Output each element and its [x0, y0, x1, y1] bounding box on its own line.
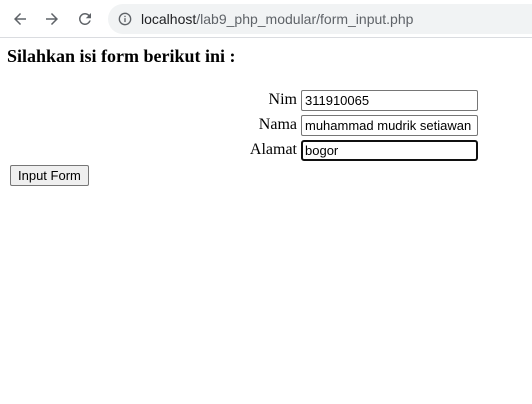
- nim-input[interactable]: [301, 89, 478, 111]
- forward-arrow-icon: [46, 13, 58, 25]
- address-bar[interactable]: localhost/lab9_php_modular/form_input.ph…: [108, 4, 532, 34]
- alamat-input[interactable]: [301, 139, 478, 161]
- alamat-label: Alamat: [249, 141, 297, 158]
- nama-input[interactable]: [301, 114, 478, 136]
- url-path: /lab9_php_modular/form_input.php: [196, 11, 414, 27]
- form-row-nama: Nama: [0, 114, 478, 136]
- url-host: localhost: [141, 11, 197, 27]
- url-text: localhost/lab9_php_modular/form_input.ph…: [141, 11, 413, 27]
- info-icon[interactable]: [117, 11, 133, 27]
- form-row-alamat: Alamat: [0, 139, 478, 161]
- back-arrow-icon: [14, 13, 26, 25]
- reload-icon: [78, 12, 91, 25]
- back-button[interactable]: [8, 7, 32, 31]
- forward-button[interactable]: [40, 7, 64, 31]
- nama-label: Nama: [258, 116, 297, 133]
- page-title: Silahkan isi form berikut ini :: [7, 46, 236, 66]
- input-form-button[interactable]: Input Form: [10, 165, 89, 186]
- reload-button[interactable]: [73, 7, 97, 31]
- browser-toolbar: localhost/lab9_php_modular/form_input.ph…: [0, 0, 532, 38]
- nim-label: Nim: [268, 91, 297, 108]
- form-row-nim: Nim: [0, 89, 478, 111]
